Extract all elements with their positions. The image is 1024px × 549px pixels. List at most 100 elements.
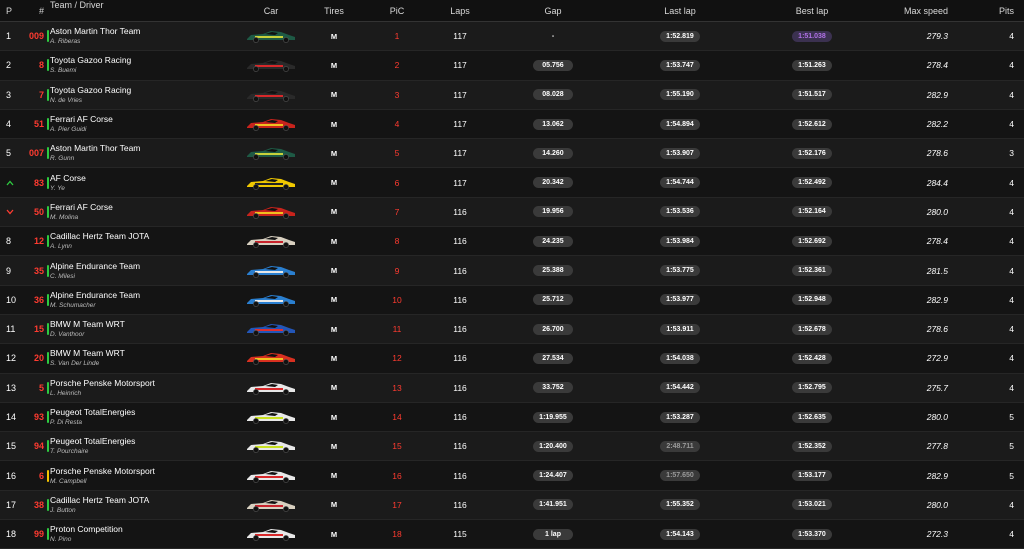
position: 14 — [6, 412, 17, 422]
table-row[interactable]: 14 93 Peugeot TotalEnergies P. Di Resta M 14 1… — [0, 402, 1024, 433]
car-number: 99 — [33, 529, 44, 540]
header-pos[interactable]: P — [6, 0, 20, 21]
table-row[interactable]: 2 8 Toyota Gazoo Racing S. Buemi M 2 117 05.756… — [0, 51, 1024, 81]
table-row[interactable]: 15 94 Peugeot TotalEnergies T. Pourchaire M 1… — [0, 432, 1024, 462]
car-number: 5 — [38, 382, 44, 393]
table-row[interactable]: 8 12 Cadillac Hertz Team JOTA A. Lynn M 8 116 2… — [0, 227, 1024, 257]
header-max-speed[interactable]: Max speed — [880, 0, 948, 21]
team-driver[interactable]: Peugeot TotalEnergies T. Pourchaire — [50, 432, 230, 460]
position-in-class: 9 — [394, 265, 400, 276]
driver-name: D. Vanthoor — [50, 331, 85, 339]
car-number: 12 — [33, 236, 44, 247]
car-number: 36 — [33, 294, 44, 305]
laps: 116 — [453, 236, 467, 247]
team-name: Ferrari AF Corse — [50, 114, 113, 125]
position-in-class: 7 — [394, 206, 400, 217]
team-driver[interactable]: Cadillac Hertz Team JOTA J. Button — [50, 491, 230, 519]
max-speed: 278.6 — [926, 324, 948, 335]
gap-badge: 24.235 — [533, 235, 573, 247]
tire-compound: M — [330, 119, 338, 129]
last-lap-badge: 1:54.894 — [660, 118, 700, 130]
team-driver[interactable]: Aston Martin Thor Team A. Riberas — [50, 22, 230, 50]
header-gap[interactable]: Gap — [513, 0, 593, 21]
tire-compound: M — [330, 383, 338, 393]
pit-stops: 4 — [1009, 499, 1014, 510]
table-row[interactable]: 3 7 Toyota Gazoo Racing N. de Vries M 3 117 08.… — [0, 80, 1024, 110]
team-driver[interactable]: BMW M Team WRT S. Van Der Linde — [50, 344, 230, 372]
best-lap-badge: 1:53.021 — [792, 499, 832, 511]
best-lap-badge: 1:52.492 — [792, 177, 832, 189]
pit-stops: 4 — [1009, 89, 1014, 100]
driver-name: A. Riberas — [50, 38, 81, 46]
header-tires[interactable]: Tires — [322, 0, 346, 21]
car-image — [243, 520, 299, 548]
laps: 116 — [453, 470, 467, 481]
team-driver[interactable]: Aston Martin Thor Team R. Gunn — [50, 139, 230, 167]
car-number: 009 — [28, 31, 44, 42]
max-speed: 282.9 — [926, 89, 948, 100]
car-image — [243, 374, 299, 402]
car-number: 93 — [33, 412, 44, 422]
table-row[interactable]: 12 20 BMW M Team WRT S. Van Der Linde M 12 116… — [0, 344, 1024, 374]
table-row[interactable]: 13 5 Porsche Penske Motorsport L. Heinrich M… — [0, 373, 1024, 403]
driver-name: S. Buemi — [50, 67, 77, 75]
table-row[interactable]: 11 15 BMW M Team WRT D. Vanthoor M 11 116 26.70… — [0, 314, 1024, 345]
header-pits[interactable]: Pits — [990, 0, 1014, 21]
max-speed: 272.3 — [926, 529, 948, 540]
team-driver[interactable]: AF Corse Y. Ye — [50, 168, 230, 196]
team-driver[interactable]: Toyota Gazoo Racing N. de Vries — [50, 81, 230, 109]
header-team-driver[interactable]: Team / Driver — [50, 0, 230, 21]
max-speed: 278.6 — [926, 148, 948, 159]
team-name: Ferrari AF Corse — [50, 201, 113, 212]
pit-stops: 4 — [1009, 294, 1014, 305]
team-driver[interactable]: Peugeot TotalEnergies P. Di Resta — [50, 403, 230, 431]
last-lap-badge: 1:54.038 — [660, 352, 700, 364]
header-laps[interactable]: Laps — [440, 0, 480, 21]
header-number[interactable]: # — [26, 0, 44, 21]
table-row[interactable]: 17 38 Cadillac Hertz Team JOTA J. Button M 17… — [0, 490, 1024, 521]
position: 10 — [6, 294, 17, 305]
header-last-lap[interactable]: Last lap — [640, 0, 720, 21]
table-row[interactable]: 18 99 Proton Competition N. Pino M 18 115 1 lap… — [0, 520, 1024, 549]
team-name: Alpine Endurance Team — [50, 289, 141, 300]
table-row[interactable]: 50 Ferrari AF Corse M. Molina M 7 116 19.956 1:… — [0, 197, 1024, 228]
team-driver[interactable]: Porsche Penske Motorsport M. Campbell — [50, 461, 230, 489]
gap-badge: 19.956 — [533, 206, 573, 218]
team-driver[interactable]: Toyota Gazoo Racing S. Buemi — [50, 51, 230, 79]
tire-compound: M — [330, 529, 338, 539]
table-row[interactable]: 83 AF Corse Y. Ye M 6 117 20.342 1:54.744 1:52.4… — [0, 168, 1024, 198]
header-car[interactable]: Car — [243, 0, 299, 21]
team-driver[interactable]: Proton Competition N. Pino — [50, 520, 230, 548]
team-driver[interactable]: Ferrari AF Corse A. Pier Guidi — [50, 110, 230, 138]
table-row[interactable]: 1 009 Aston Martin Thor Team A. Riberas M 1 11… — [0, 22, 1024, 52]
driver-name: A. Lynn — [50, 243, 72, 251]
tire-compound: M — [330, 31, 338, 41]
tire-compound: M — [330, 266, 338, 276]
team-driver[interactable]: Alpine Endurance Team M. Schumacher — [50, 286, 230, 314]
gap-badge: 26.700 — [533, 323, 573, 335]
table-row[interactable]: 9 35 Alpine Endurance Team C. Milesi M 9 116 25… — [0, 256, 1024, 286]
team-driver[interactable]: Cadillac Hertz Team JOTA A. Lynn — [50, 227, 230, 255]
table-row[interactable]: 10 36 Alpine Endurance Team M. Schumacher M 1… — [0, 285, 1024, 315]
driver-name: S. Van Der Linde — [50, 360, 100, 368]
team-driver[interactable]: Porsche Penske Motorsport L. Heinrich — [50, 374, 230, 402]
team-driver[interactable]: Ferrari AF Corse M. Molina — [50, 198, 230, 226]
table-row[interactable]: 16 6 Porsche Penske Motorsport M. Campbell M… — [0, 461, 1024, 491]
table-row[interactable]: 4 51 Ferrari AF Corse A. Pier Guidi M 4 117 13.… — [0, 109, 1024, 140]
header-best-lap[interactable]: Best lap — [772, 0, 852, 21]
table-header: P # Team / Driver Car Tires PiC Laps Gap… — [0, 0, 1024, 22]
best-lap-badge: 1:53.177 — [792, 470, 832, 482]
last-lap-badge: 2:48.711 — [660, 440, 700, 452]
team-driver[interactable]: Alpine Endurance Team C. Milesi — [50, 256, 230, 284]
gap-badge: 13.062 — [533, 118, 573, 130]
header-pic[interactable]: PiC — [380, 0, 414, 21]
max-speed: 278.4 — [926, 60, 948, 71]
best-lap-badge: 1:52.948 — [792, 294, 832, 306]
team-name: Peugeot TotalEnergies — [50, 407, 136, 417]
tire-compound: M — [330, 353, 338, 363]
position: 13 — [6, 382, 17, 393]
max-speed: 282.9 — [926, 470, 948, 481]
table-row[interactable]: 5 007 Aston Martin Thor Team R. Gunn M 5 117 14… — [0, 139, 1024, 169]
tire-compound: M — [330, 412, 338, 422]
team-driver[interactable]: BMW M Team WRT D. Vanthoor — [50, 315, 230, 343]
